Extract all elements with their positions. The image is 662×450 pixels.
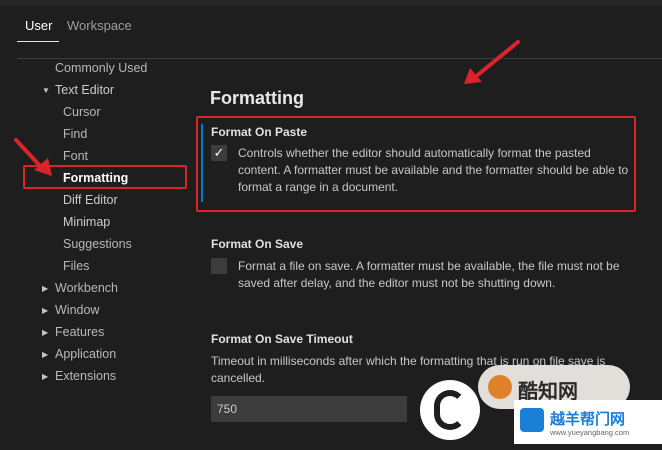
caret-down-icon[interactable]: ▼: [42, 86, 50, 95]
annotation-arrow-icon: [464, 40, 520, 84]
toc-item-text-editor[interactable]: Text Editor: [55, 83, 114, 97]
toc-item-suggestions[interactable]: Suggestions: [63, 237, 132, 251]
toc-item-features[interactable]: Features: [55, 325, 104, 339]
checkmark-icon: ✓: [213, 145, 225, 160]
toc-item-files[interactable]: Files: [63, 259, 89, 273]
watermark-site-badge: 越羊帮门网 www.yueyangbang.com: [514, 400, 662, 444]
focus-indicator: [201, 124, 203, 202]
toc-item-extensions[interactable]: Extensions: [55, 369, 116, 383]
toc-item-font[interactable]: Font: [63, 149, 88, 163]
site-logo-icon: [520, 408, 544, 432]
format-on-paste-title: Format On Paste: [211, 125, 308, 139]
toc-item-minimap[interactable]: Minimap: [63, 215, 110, 229]
format-on-save-checkbox[interactable]: [211, 258, 227, 274]
caret-right-icon[interactable]: ▶: [42, 350, 48, 359]
toc-item-diff-editor[interactable]: Diff Editor: [63, 193, 118, 207]
toc-item-application[interactable]: Application: [55, 347, 116, 361]
settings-toc: Commonly Used ▼ Text Editor Cursor Find …: [0, 58, 190, 398]
format-on-save-timeout-input[interactable]: [211, 396, 407, 422]
logo-icon: [488, 375, 512, 399]
caret-right-icon[interactable]: ▶: [42, 372, 48, 381]
annotation-arrow-icon: [14, 138, 52, 176]
watermark-site-name: 越羊帮门网: [550, 411, 626, 428]
swirl-logo-icon: [434, 390, 466, 430]
caret-right-icon[interactable]: ▶: [42, 306, 48, 315]
format-on-save-timeout-title: Format On Save Timeout: [211, 332, 353, 346]
toc-item-commonly-used[interactable]: Commonly Used: [55, 61, 147, 75]
format-on-paste-checkbox[interactable]: ✓: [211, 145, 227, 161]
caret-right-icon[interactable]: ▶: [42, 328, 48, 337]
format-on-save-title: Format On Save: [211, 237, 304, 251]
active-tab-underline: [17, 41, 59, 42]
toc-item-find[interactable]: Find: [63, 127, 87, 141]
format-on-paste-description: Controls whether the editor should autom…: [238, 146, 629, 194]
tab-workspace[interactable]: Workspace: [67, 18, 132, 33]
toc-item-cursor[interactable]: Cursor: [63, 105, 101, 119]
watermark-swirl-logo: [420, 380, 480, 440]
toc-item-window[interactable]: Window: [55, 303, 99, 317]
format-on-save-description: Format a file on save. A formatter must …: [238, 259, 620, 290]
section-title: Formatting: [210, 88, 304, 108]
settings-scope-tabs: User Workspace: [0, 6, 662, 44]
caret-right-icon[interactable]: ▶: [42, 284, 48, 293]
toc-item-workbench[interactable]: Workbench: [55, 281, 118, 295]
tab-user[interactable]: User: [25, 18, 52, 33]
watermark-site-url: www.yueyangbang.com: [550, 428, 630, 437]
